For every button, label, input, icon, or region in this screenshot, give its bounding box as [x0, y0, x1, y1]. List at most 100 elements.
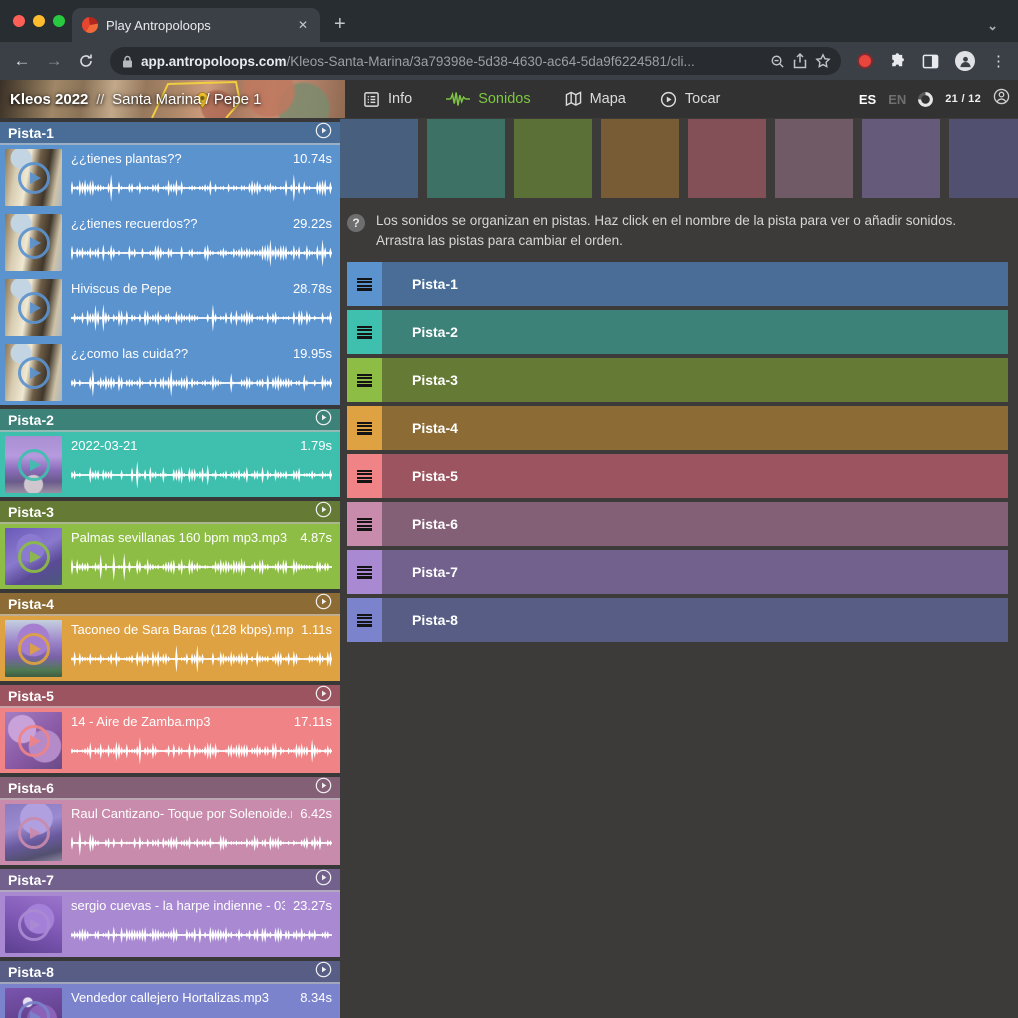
- track-play-button[interactable]: [315, 961, 332, 983]
- track-play-button[interactable]: [315, 685, 332, 707]
- track-drag-handle[interactable]: [347, 502, 382, 546]
- track-header-pista-8[interactable]: Pista-8: [0, 961, 340, 984]
- tab-sonidos[interactable]: Sonidos: [446, 91, 530, 107]
- side-panel-icon[interactable]: [922, 53, 939, 70]
- session-map-thumbnail[interactable]: Kleos 2022 // Santa Marina / Pepe 1: [0, 80, 345, 118]
- track-row-name[interactable]: Pista-4: [382, 406, 1008, 450]
- forward-button[interactable]: →: [40, 47, 68, 75]
- recording-extension-icon[interactable]: [857, 53, 873, 69]
- track-drag-handle[interactable]: [347, 550, 382, 594]
- account-icon[interactable]: [993, 88, 1010, 110]
- bookmark-star-icon[interactable]: [815, 53, 831, 69]
- clip-play-icon[interactable]: [18, 909, 50, 941]
- close-tab-icon[interactable]: ✕: [296, 18, 310, 32]
- url-text[interactable]: app.antropoloops.com/Kleos-Santa-Marina/…: [141, 54, 762, 69]
- clip-pista-1-2[interactable]: ¿¿tienes recuerdos??29.22s: [0, 210, 340, 275]
- close-window-button[interactable]: [13, 15, 25, 27]
- zoom-out-page-icon[interactable]: [770, 54, 785, 69]
- clip-play-icon[interactable]: [18, 725, 50, 757]
- track-row-name[interactable]: Pista-1: [382, 262, 1008, 306]
- track-drag-handle[interactable]: [347, 454, 382, 498]
- track-pad-pista-4[interactable]: [601, 119, 679, 198]
- clip-play-icon[interactable]: [18, 817, 50, 849]
- track-pad-pista-2[interactable]: [427, 119, 505, 198]
- track-row-name[interactable]: Pista-6: [382, 502, 1008, 546]
- new-tab-button[interactable]: +: [334, 13, 346, 36]
- track-row-pista-8: Pista-8: [347, 598, 1008, 642]
- back-button[interactable]: ←: [8, 47, 36, 75]
- browser-tab[interactable]: Play Antropoloops ✕: [72, 8, 320, 42]
- track-play-icon: [315, 409, 332, 426]
- clip-pista-5-1[interactable]: 14 - Aire de Zamba.mp317.11s: [0, 708, 340, 773]
- track-section-pista-7: Pista-7sergio cuevas - la harpe indienne…: [0, 869, 340, 957]
- track-row-name[interactable]: Pista-7: [382, 550, 1008, 594]
- clip-play-icon[interactable]: [18, 227, 50, 259]
- reload-button[interactable]: [72, 47, 100, 75]
- track-header-pista-1[interactable]: Pista-1: [0, 122, 340, 145]
- clip-pista-1-3[interactable]: Hiviscus de Pepe28.78s: [0, 275, 340, 340]
- track-name: Pista-3: [8, 504, 54, 520]
- track-header-pista-6[interactable]: Pista-6: [0, 777, 340, 800]
- tab-info[interactable]: Info: [363, 91, 412, 108]
- track-pad-pista-6[interactable]: [775, 119, 853, 198]
- track-pad-pista-1[interactable]: [340, 119, 418, 198]
- track-pad-pista-5[interactable]: [688, 119, 766, 198]
- track-play-button[interactable]: [315, 777, 332, 799]
- clip-pista-7-1[interactable]: sergio cuevas - la harpe indienne - 03 -…: [0, 892, 340, 957]
- tab-tocar[interactable]: Tocar: [660, 91, 720, 108]
- track-header-pista-7[interactable]: Pista-7: [0, 869, 340, 892]
- track-drag-handle[interactable]: [347, 310, 382, 354]
- track-row-name[interactable]: Pista-3: [382, 358, 1008, 402]
- clip-play-icon[interactable]: [18, 1001, 50, 1018]
- track-row-name[interactable]: Pista-2: [382, 310, 1008, 354]
- track-header-pista-3[interactable]: Pista-3: [0, 501, 340, 524]
- track-row-name[interactable]: Pista-8: [382, 598, 1008, 642]
- minimize-window-button[interactable]: [33, 15, 45, 27]
- track-drag-handle[interactable]: [347, 406, 382, 450]
- lang-en[interactable]: EN: [888, 92, 906, 107]
- track-header-pista-5[interactable]: Pista-5: [0, 685, 340, 708]
- track-drag-handle[interactable]: [347, 262, 382, 306]
- tab-mapa[interactable]: Mapa: [565, 91, 626, 107]
- play-circle-icon: [660, 91, 677, 108]
- track-header-pista-2[interactable]: Pista-2: [0, 409, 340, 432]
- waveform-icon: [446, 91, 470, 107]
- clip-pista-8-1[interactable]: Vendedor callejero Hortalizas.mp38.34s: [0, 984, 340, 1018]
- clip-thumbnail: [5, 896, 62, 953]
- track-pad-pista-8[interactable]: [949, 119, 1018, 198]
- share-icon[interactable]: [793, 53, 807, 69]
- track-row-name[interactable]: Pista-5: [382, 454, 1008, 498]
- clip-play-icon[interactable]: [18, 292, 50, 324]
- clip-play-icon[interactable]: [18, 449, 50, 481]
- track-drag-handle[interactable]: [347, 598, 382, 642]
- clip-play-icon[interactable]: [18, 162, 50, 194]
- track-play-button[interactable]: [315, 409, 332, 431]
- track-play-button[interactable]: [315, 869, 332, 891]
- clip-pista-3-1[interactable]: Palmas sevillanas 160 bpm mp3.mp34.87s: [0, 524, 340, 589]
- clip-duration: 8.34s: [300, 990, 332, 1005]
- clip-pista-2-1[interactable]: 2022-03-211.79s: [0, 432, 340, 497]
- lang-es[interactable]: ES: [859, 92, 876, 107]
- track-pad-pista-3[interactable]: [514, 119, 592, 198]
- clip-play-icon[interactable]: [18, 541, 50, 573]
- track-play-button[interactable]: [315, 122, 332, 144]
- clip-pista-1-4[interactable]: ¿¿como las cuida??19.95s: [0, 340, 340, 405]
- clip-play-icon[interactable]: [18, 633, 50, 665]
- tab-search-chevron-icon[interactable]: ⌄: [987, 18, 998, 34]
- browser-menu-icon[interactable]: ⋮: [991, 52, 1006, 70]
- address-bar[interactable]: app.antropoloops.com/Kleos-Santa-Marina/…: [110, 47, 841, 75]
- profile-avatar[interactable]: [955, 51, 975, 71]
- clip-pista-4-1[interactable]: Taconeo de Sara Baras (128 kbps).mp31.11…: [0, 616, 340, 681]
- track-pad-pista-7[interactable]: [862, 119, 940, 198]
- track-play-button[interactable]: [315, 593, 332, 615]
- track-drag-handle[interactable]: [347, 358, 382, 402]
- zoom-window-button[interactable]: [53, 15, 65, 27]
- clip-pista-6-1[interactable]: Raul Cantizano- Toque por Solenoide.mp36…: [0, 800, 340, 865]
- clip-play-icon[interactable]: [18, 357, 50, 389]
- clip-pista-1-1[interactable]: ¿¿tienes plantas??10.74s: [0, 145, 340, 210]
- clip-info: Raul Cantizano- Toque por Solenoide.mp36…: [71, 806, 332, 821]
- track-play-button[interactable]: [315, 501, 332, 523]
- track-header-pista-4[interactable]: Pista-4: [0, 593, 340, 616]
- extensions-puzzle-icon[interactable]: [889, 53, 906, 70]
- clip-thumbnail: [5, 620, 62, 677]
